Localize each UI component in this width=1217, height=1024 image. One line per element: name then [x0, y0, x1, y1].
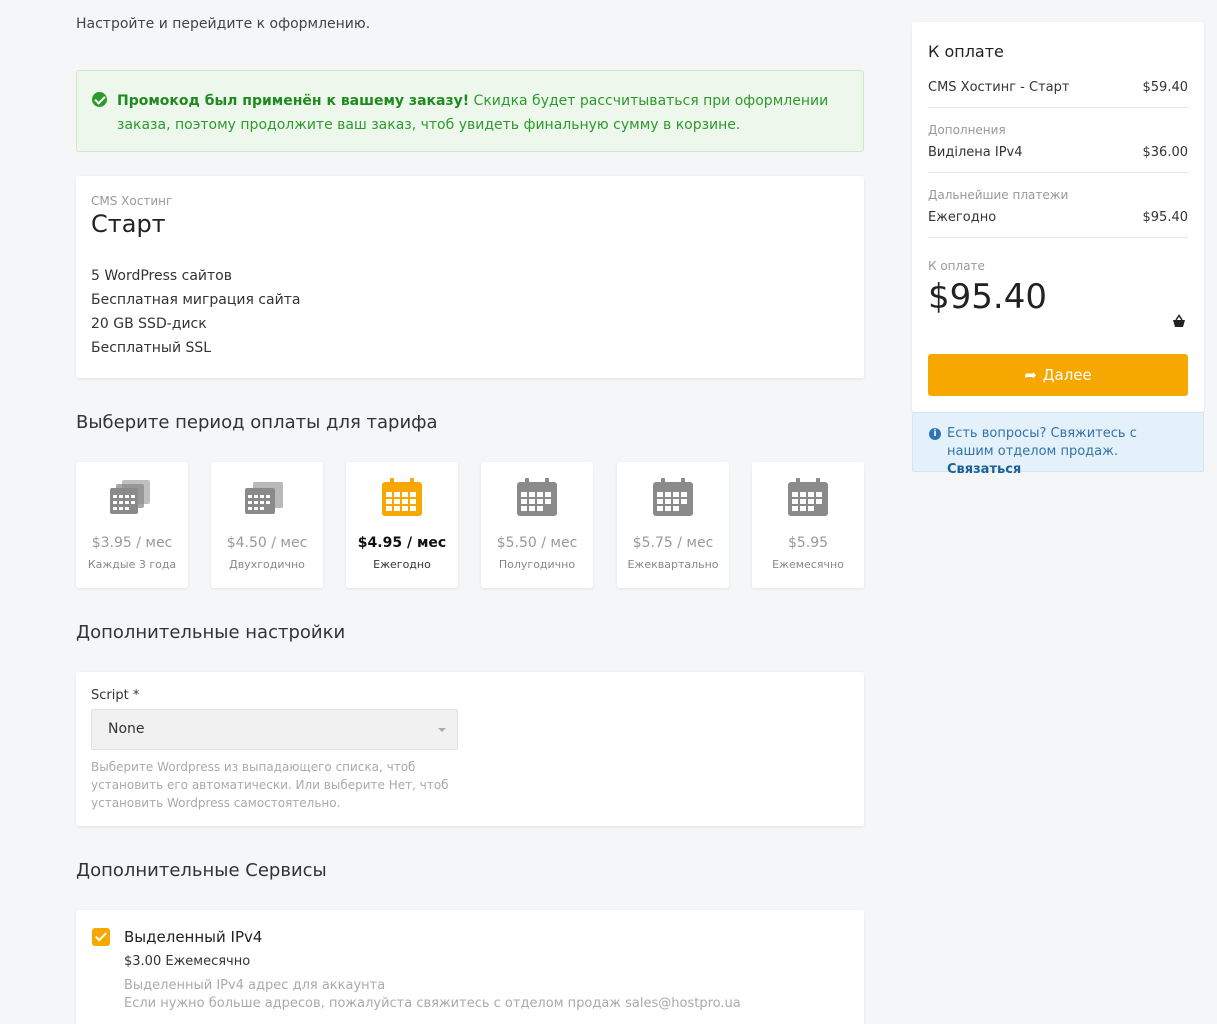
period-label: Полугодично	[498, 558, 576, 571]
divider	[928, 237, 1188, 238]
info-icon: i	[929, 428, 941, 440]
period-option-biennially[interactable]: $4.50 / мес Двухгодично	[211, 462, 323, 588]
addons-label: Дополнения	[928, 123, 1006, 137]
billing-periods: $3.95 / мес Каждые 3 года $4.50 / мес Дв…	[76, 462, 864, 588]
addon-row: Виділена IPv4 $36.00	[928, 145, 1188, 160]
service-price: $3.00 Ежемесячно	[124, 954, 251, 969]
period-label: Каждые 3 года	[87, 558, 177, 571]
recurring-label: Дальнейшие платежи	[928, 188, 1069, 202]
period-label: Двухгодично	[229, 558, 305, 571]
total-label: К оплате	[928, 259, 985, 273]
check-circle-icon	[92, 92, 107, 107]
divider	[928, 107, 1188, 108]
order-summary: К оплате CMS Хостинг - Старт $59.40 Допо…	[912, 22, 1204, 412]
contact-link[interactable]: Связаться	[947, 462, 1021, 477]
multi-calendar-icon	[110, 480, 150, 514]
period-option-quarterly[interactable]: $5.75 / мес Ежеквартально	[617, 462, 729, 588]
script-label: Script *	[91, 688, 140, 703]
recurring-price: $95.40	[1142, 210, 1189, 225]
feature-item: 5 WordPress сайтов	[91, 268, 232, 284]
help-box: i Есть вопросы? Свяжитесь с нашим отдело…	[912, 412, 1204, 477]
next-button-label: Далее	[1042, 366, 1092, 384]
calendar-icon	[382, 478, 422, 516]
script-select[interactable]: None	[91, 709, 458, 750]
addon-price: $36.00	[1142, 145, 1189, 160]
multi-calendar-icon	[245, 482, 283, 514]
calendar-icon	[653, 478, 693, 516]
services-title: Дополнительные Сервисы	[76, 860, 327, 881]
period-price: $3.95 / мес	[91, 535, 173, 551]
calendar-icon	[517, 478, 557, 516]
calendar-icon	[788, 478, 828, 516]
period-price: $4.95 / мес	[357, 535, 447, 551]
help-text: Есть вопросы? Свяжитесь с нашим отделом …	[947, 426, 1137, 459]
intro-text: Настройте и перейдите к оформлению.	[76, 16, 371, 32]
next-button[interactable]: ➦ Далее	[928, 354, 1188, 396]
period-option-triennially[interactable]: $3.95 / мес Каждые 3 года	[76, 462, 188, 588]
summary-item-name: CMS Хостинг - Старт	[928, 80, 1070, 95]
settings-card: Script * None Выберите Wordpress из выпа…	[76, 672, 864, 826]
promo-alert: Промокод был применён к вашему заказу! С…	[76, 70, 864, 152]
period-label: Ежеквартально	[627, 558, 719, 571]
product-category: CMS Хостинг	[91, 194, 173, 208]
period-option-monthly[interactable]: $5.95 Ежемесячно	[752, 462, 864, 588]
order-sidebar: К оплате CMS Хостинг - Старт $59.40 Допо…	[912, 22, 1204, 477]
period-price: $5.75 / мес	[632, 535, 714, 551]
divider	[928, 172, 1188, 173]
period-price: $4.50 / мес	[226, 535, 308, 551]
service-description: Выделенный IPv4 адрес для аккаунта Если …	[124, 977, 849, 1013]
product-name: Старт	[91, 210, 166, 238]
period-label: Ежегодно	[373, 558, 431, 571]
period-price: $5.50 / мес	[496, 535, 578, 551]
service-desc-line: Выделенный IPv4 адрес для аккаунта	[124, 978, 386, 993]
recurring-row: Ежегодно $95.40	[928, 210, 1188, 225]
service-name: Выделенный IPv4	[124, 928, 263, 946]
summary-title: К оплате	[928, 42, 1004, 61]
share-arrow-icon: ➦	[1024, 366, 1037, 384]
period-price: $5.95	[787, 535, 829, 551]
recurring-name: Ежегодно	[928, 210, 997, 225]
period-option-annually[interactable]: $4.95 / мес Ежегодно	[346, 462, 458, 588]
billing-title: Выберите период оплаты для тарифа	[76, 412, 438, 433]
total-amount: $95.40	[928, 277, 1047, 317]
product-card: CMS Хостинг Старт 5 WordPress сайтов Бес…	[76, 176, 864, 378]
feature-item: Бесплатная миграция сайта	[91, 292, 301, 308]
feature-item: Бесплатный SSL	[91, 340, 212, 356]
basket-icon[interactable]	[1172, 314, 1186, 328]
script-select-value: None	[108, 721, 145, 737]
ipv4-checkbox[interactable]	[92, 928, 110, 946]
settings-title: Дополнительные настройки	[76, 622, 346, 643]
product-features: 5 WordPress сайтов Бесплатная миграция с…	[91, 264, 849, 360]
feature-item: 20 GB SSD-диск	[91, 316, 207, 332]
period-option-semiannually[interactable]: $5.50 / мес Полугодично	[481, 462, 593, 588]
period-label: Ежемесячно	[772, 558, 844, 571]
script-hint: Выберите Wordpress из выпадающего списка…	[91, 760, 449, 810]
promo-alert-strong: Промокод был применён к вашему заказу!	[117, 93, 470, 109]
services-card: Выделенный IPv4 $3.00 Ежемесячно Выделен…	[76, 910, 864, 1024]
addon-name: Виділена IPv4	[928, 145, 1023, 160]
service-desc-line: Если нужно больше адресов, пожалуйста св…	[124, 996, 741, 1011]
summary-item-row: CMS Хостинг - Старт $59.40	[928, 80, 1188, 95]
chevron-down-icon	[438, 728, 446, 732]
summary-item-price: $59.40	[1142, 80, 1189, 95]
